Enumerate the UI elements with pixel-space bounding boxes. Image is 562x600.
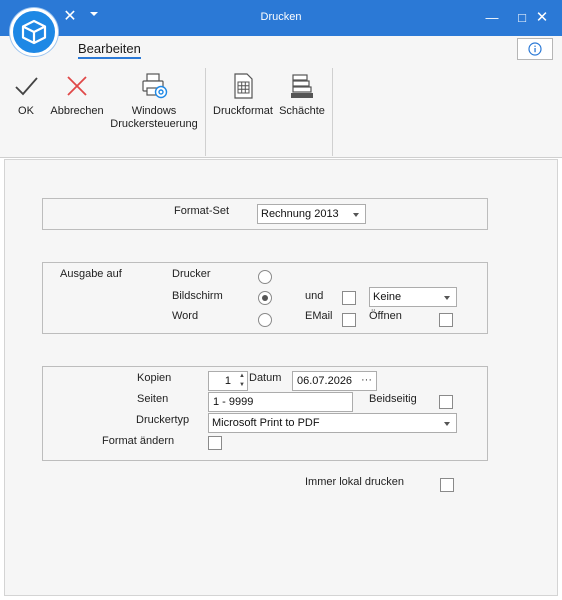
info-button[interactable] bbox=[517, 38, 553, 60]
document-grid-icon bbox=[234, 73, 253, 99]
printer-control-button[interactable]: Windows Druckersteuerung bbox=[108, 72, 200, 131]
copies-label: Kopien bbox=[137, 372, 172, 384]
date-label: Datum bbox=[249, 372, 282, 384]
chevron-down-icon bbox=[444, 422, 450, 426]
format-set-label: Format-Set bbox=[174, 205, 230, 217]
app-logo-icon bbox=[10, 8, 58, 56]
option-bildschirm-label: Bildschirm bbox=[172, 290, 223, 302]
ribbon-separator bbox=[205, 68, 206, 156]
format-set-group: Format-Set Rechnung 2013 bbox=[42, 198, 488, 230]
email-checkbox[interactable] bbox=[342, 313, 356, 327]
always-local-checkbox[interactable] bbox=[440, 478, 454, 492]
close-button[interactable]: ✕ bbox=[522, 0, 562, 36]
ribbon-separator bbox=[332, 68, 333, 156]
pages-label: Seiten bbox=[137, 393, 169, 405]
title-bar: ✕ Drucken — □ ✕ bbox=[0, 0, 562, 36]
ribbon: Bearbeiten OK Abbrechen Windows Druckers… bbox=[0, 36, 562, 158]
duplex-checkbox[interactable] bbox=[439, 395, 453, 409]
dialog-content: Format-Set Rechnung 2013 Ausgabe auf Dru… bbox=[4, 159, 558, 596]
print-settings-group: Kopien 1 ▲ ▼ Datum 06.07.2026 ··· Seiten … bbox=[42, 366, 488, 461]
output-group: Ausgabe auf Drucker Bildschirm Word und … bbox=[42, 262, 488, 334]
spin-arrows-icon[interactable]: ▲ ▼ bbox=[237, 372, 247, 390]
email-label: EMail bbox=[305, 310, 333, 322]
open-with-dropdown[interactable]: Keine bbox=[369, 287, 457, 307]
option-word-label: Word bbox=[172, 310, 199, 322]
und-checkbox[interactable] bbox=[342, 291, 356, 305]
trays-button[interactable]: Schächte bbox=[278, 72, 326, 118]
ok-button[interactable]: OK bbox=[8, 72, 44, 118]
always-local-label: Immer lokal drucken bbox=[305, 476, 405, 488]
format-set-dropdown[interactable]: Rechnung 2013 bbox=[257, 204, 366, 224]
print-format-button[interactable]: Druckformat bbox=[211, 72, 275, 118]
duplex-label: Beidseitig bbox=[369, 393, 417, 405]
und-label: und bbox=[305, 290, 324, 302]
output-label: Ausgabe auf bbox=[60, 268, 122, 280]
trays-icon bbox=[291, 74, 313, 98]
checkmark-icon bbox=[15, 77, 38, 96]
tab-bearbeiten[interactable]: Bearbeiten bbox=[78, 41, 141, 59]
date-field[interactable]: 06.07.2026 ··· bbox=[292, 371, 377, 391]
chevron-down-icon bbox=[444, 296, 450, 300]
info-icon bbox=[528, 42, 542, 56]
cross-icon bbox=[67, 76, 87, 96]
open-checkbox[interactable] bbox=[439, 313, 453, 327]
printer-type-label: Druckertyp bbox=[136, 414, 190, 426]
printer-settings-icon bbox=[142, 73, 168, 99]
option-drucker-label: Drucker bbox=[172, 268, 211, 280]
change-format-checkbox[interactable] bbox=[208, 436, 222, 450]
radio-drucker[interactable] bbox=[258, 270, 272, 284]
chevron-down-icon bbox=[353, 213, 359, 217]
cancel-button[interactable]: Abbrechen bbox=[48, 72, 106, 118]
radio-word[interactable] bbox=[258, 313, 272, 327]
pages-field[interactable]: 1 - 9999 bbox=[208, 392, 353, 412]
printer-type-dropdown[interactable]: Microsoft Print to PDF bbox=[208, 413, 457, 433]
change-format-label: Format ändern bbox=[102, 435, 175, 447]
copies-stepper[interactable]: 1 ▲ ▼ bbox=[208, 371, 248, 391]
date-picker-icon[interactable]: ··· bbox=[361, 372, 372, 388]
open-label: Öffnen bbox=[369, 310, 402, 322]
radio-bildschirm[interactable] bbox=[258, 291, 272, 305]
